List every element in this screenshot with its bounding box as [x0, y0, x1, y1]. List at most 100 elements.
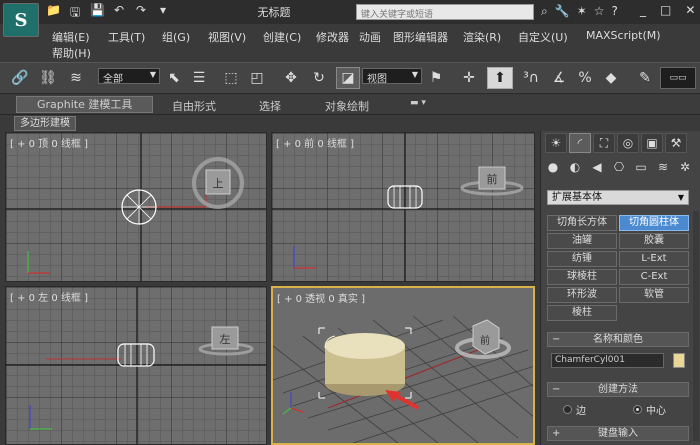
- menu-create[interactable]: 创建(C): [263, 29, 301, 45]
- radio-center[interactable]: 中心: [633, 402, 666, 417]
- chamfer-box-button[interactable]: 切角长方体: [547, 215, 617, 231]
- snaps-toggle-icon[interactable]: ³∩: [520, 67, 542, 89]
- tab-selection[interactable]: 选择: [259, 98, 281, 114]
- capsule-button[interactable]: 胶囊: [619, 233, 689, 249]
- helpers-icon[interactable]: ▭: [633, 160, 649, 182]
- star-icon[interactable]: ✶: [577, 4, 587, 19]
- systems-icon[interactable]: ✲: [677, 160, 693, 182]
- angle-snap-icon[interactable]: ∡: [548, 67, 570, 89]
- viewcube-left-face[interactable]: 左: [220, 333, 231, 346]
- panel-scrollbar[interactable]: [693, 211, 699, 441]
- ribbon-options-icon[interactable]: ▬ ▾: [410, 98, 426, 108]
- rollout-name-color[interactable]: − 名称和颜色: [547, 332, 689, 347]
- radio-edge[interactable]: 边: [563, 402, 586, 417]
- scale-icon[interactable]: ◪: [336, 67, 360, 89]
- viewport-perspective[interactable]: [ + 0 透视 0 真实 ] 前: [271, 286, 535, 445]
- l-ext-button[interactable]: L-Ext: [619, 251, 689, 267]
- unlink-icon[interactable]: ⛓: [36, 67, 60, 89]
- bind-spacewarp-icon[interactable]: ≋: [64, 67, 88, 89]
- subtab-poly-modeling[interactable]: 多边形建模: [14, 116, 76, 131]
- viewport-left-label[interactable]: [ + 0 左 0 线框 ]: [10, 289, 88, 304]
- undo-icon[interactable]: ↶: [112, 3, 126, 24]
- c-ext-button[interactable]: C-Ext: [619, 269, 689, 285]
- menu-tools[interactable]: 工具(T): [108, 29, 145, 45]
- help-icon[interactable]: ?: [612, 4, 618, 19]
- select-by-name-icon[interactable]: ☰: [188, 67, 210, 89]
- named-selection-field[interactable]: ▭▭: [660, 67, 696, 89]
- favorites-icon[interactable]: ☆: [594, 4, 605, 19]
- menu-group[interactable]: 组(G): [162, 29, 190, 45]
- shapes-icon[interactable]: ◐: [567, 160, 583, 182]
- menu-help[interactable]: 帮助(H): [52, 45, 91, 61]
- geometry-icon[interactable]: ●: [545, 160, 561, 182]
- wrench-icon[interactable]: 🔧: [555, 4, 570, 19]
- menu-modifiers[interactable]: 修改器: [316, 29, 349, 45]
- percent-snap-icon[interactable]: %: [574, 67, 596, 89]
- viewport-front-label[interactable]: [ + 0 前 0 线框 ]: [276, 135, 354, 150]
- save-icon[interactable]: 💾: [90, 3, 105, 24]
- cameras-icon[interactable]: ⎔: [611, 160, 627, 182]
- lights-icon[interactable]: ◀: [589, 160, 605, 182]
- close-button[interactable]: ✕: [685, 3, 695, 17]
- selection-filter-dropdown[interactable]: 全部 ▼: [98, 68, 160, 85]
- spindle-button[interactable]: 纺锤: [547, 251, 617, 267]
- viewport-top[interactable]: [ + 0 顶 0 线框 ] 上: [5, 132, 267, 282]
- menu-customize[interactable]: 自定义(U): [518, 29, 568, 45]
- create-tab-icon[interactable]: ☀: [545, 133, 567, 153]
- hierarchy-tab-icon[interactable]: ⛶: [593, 133, 615, 153]
- maximize-button[interactable]: □: [660, 3, 671, 17]
- ringwave-button[interactable]: 环形波: [547, 287, 617, 303]
- select-object-icon[interactable]: ⬉: [163, 67, 185, 89]
- ref-coord-dropdown[interactable]: 视图 ▼: [362, 68, 422, 85]
- tab-object-paint[interactable]: 对象绘制: [325, 98, 369, 114]
- keyboard-shortcut-icon[interactable]: ⬆: [487, 67, 513, 89]
- menu-graph-editors[interactable]: 图形编辑器: [393, 29, 448, 45]
- dropdown-arrow-icon[interactable]: ▾: [156, 3, 170, 24]
- menu-edit[interactable]: 编辑(E): [52, 29, 90, 45]
- chamfer-cyl-button[interactable]: 切角圆柱体: [619, 215, 689, 231]
- pivot-icon[interactable]: ⚑: [425, 67, 447, 89]
- menu-animation[interactable]: 动画: [359, 29, 381, 45]
- rotate-icon[interactable]: ↻: [308, 67, 330, 89]
- menu-views[interactable]: 视图(V): [208, 29, 246, 45]
- viewport-left[interactable]: [ + 0 左 0 线框 ] 左: [5, 286, 267, 445]
- window-crossing-icon[interactable]: ◰: [246, 67, 268, 89]
- move-icon[interactable]: ✥: [280, 67, 302, 89]
- viewcube-top-face[interactable]: 上: [213, 177, 224, 190]
- rect-selection-icon[interactable]: ⬚: [220, 67, 242, 89]
- prism-button[interactable]: 棱柱: [547, 305, 617, 321]
- menu-maxscript[interactable]: MAXScript(M): [586, 29, 661, 42]
- search-icon[interactable]: ⌕: [541, 4, 548, 19]
- search-input[interactable]: 键入关键字或短语: [356, 4, 534, 20]
- link-icon[interactable]: 🔗: [8, 67, 32, 89]
- viewport-perspective-label[interactable]: [ + 0 透视 0 真实 ]: [277, 290, 365, 305]
- edit-named-selection-icon[interactable]: ✎: [634, 67, 656, 89]
- viewcube-front-face[interactable]: 前: [487, 172, 498, 186]
- utilities-tab-icon[interactable]: ⚒: [665, 133, 687, 153]
- spacewarps-icon[interactable]: ≋: [655, 160, 671, 182]
- viewcube-persp-face[interactable]: 前: [480, 334, 490, 347]
- object-color-swatch[interactable]: [673, 353, 685, 368]
- hose-button[interactable]: 软管: [619, 287, 689, 303]
- select-manipulate-icon[interactable]: ✛: [458, 67, 480, 89]
- new-file-icon[interactable]: 📁: [46, 3, 61, 24]
- primitive-type-dropdown[interactable]: 扩展基本体 ▼: [547, 190, 689, 205]
- gengon-button[interactable]: 球棱柱: [547, 269, 617, 285]
- open-file-icon[interactable]: 🖫: [68, 3, 82, 24]
- app-logo[interactable]: S: [3, 3, 39, 37]
- viewport-top-label[interactable]: [ + 0 顶 0 线框 ]: [10, 135, 88, 150]
- modify-tab-icon[interactable]: ◜: [569, 133, 591, 153]
- motion-tab-icon[interactable]: ◎: [617, 133, 639, 153]
- menu-rendering[interactable]: 渲染(R): [463, 29, 501, 45]
- object-name-field[interactable]: ChamferCyl001: [551, 353, 664, 368]
- minimize-button[interactable]: _: [640, 3, 646, 17]
- spinner-snap-icon[interactable]: ◆: [600, 67, 622, 89]
- oiltank-button[interactable]: 油罐: [547, 233, 617, 249]
- rollout-keyboard-entry[interactable]: + 键盘输入: [547, 426, 689, 441]
- rollout-creation-method[interactable]: − 创建方法: [547, 382, 689, 397]
- display-tab-icon[interactable]: ▣: [641, 133, 663, 153]
- redo-icon[interactable]: ↷: [134, 3, 148, 24]
- viewport-front[interactable]: [ + 0 前 0 线框 ] 前: [271, 132, 535, 282]
- tab-freeform[interactable]: 自由形式: [172, 98, 216, 114]
- tab-graphite[interactable]: Graphite 建模工具: [16, 96, 154, 113]
